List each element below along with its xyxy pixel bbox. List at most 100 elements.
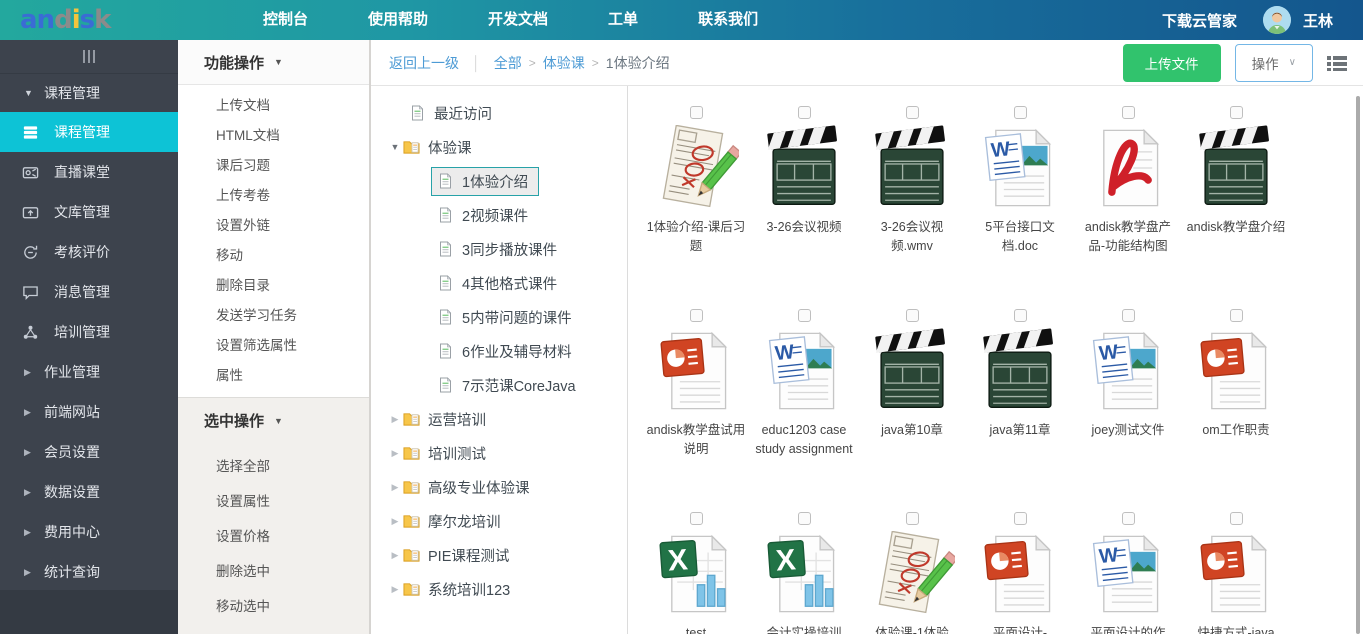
- tree-item[interactable]: 5内带问题的课件: [371, 300, 627, 334]
- selected-ops-header[interactable]: 选中操作 ▼: [178, 398, 369, 443]
- function-op-item[interactable]: 课后习题: [178, 151, 369, 181]
- selected-op-item[interactable]: 设置属性: [178, 484, 369, 519]
- file-card[interactable]: 平面设计的作: [1074, 512, 1182, 634]
- sidebar-collapse-button[interactable]: [0, 40, 178, 74]
- download-cloud-manager-link[interactable]: 下载云管家: [1162, 10, 1237, 31]
- sidebar-group-collapsed[interactable]: ▶ 统计查询: [0, 552, 178, 592]
- caret-right-icon[interactable]: ▶: [387, 482, 403, 493]
- selected-op-item[interactable]: 移动选中: [178, 589, 369, 624]
- file-checkbox[interactable]: [690, 309, 703, 322]
- tree-item[interactable]: 1体验介绍: [371, 164, 627, 198]
- file-card[interactable]: educ1203 case study assignment: [750, 309, 858, 512]
- username[interactable]: 王林: [1303, 10, 1333, 31]
- user-avatar[interactable]: [1263, 6, 1291, 34]
- tree-item[interactable]: 6作业及辅导材料: [371, 334, 627, 368]
- action-dropdown-button[interactable]: 操作 ∨: [1235, 44, 1313, 82]
- sidebar-item[interactable]: 消息管理: [0, 272, 178, 312]
- file-checkbox[interactable]: [1122, 512, 1135, 525]
- selected-op-item[interactable]: 上课设置: [178, 624, 369, 634]
- function-op-item[interactable]: 上传文档: [178, 91, 369, 121]
- tree-folder-item[interactable]: ▶ 系统培训123: [371, 572, 627, 606]
- file-card[interactable]: 平面设计-: [966, 512, 1074, 634]
- file-card[interactable]: java第11章: [966, 309, 1074, 512]
- sidebar-group-collapsed[interactable]: ▶ 作业管理: [0, 352, 178, 392]
- sidebar-group-collapsed[interactable]: ▶ 数据设置: [0, 472, 178, 512]
- sidebar-item[interactable]: 培训管理: [0, 312, 178, 352]
- function-op-item[interactable]: 移动: [178, 241, 369, 271]
- caret-down-icon[interactable]: ▼: [387, 142, 403, 152]
- selected-op-item[interactable]: 删除选中: [178, 554, 369, 589]
- breadcrumb-link-root[interactable]: 全部: [494, 53, 522, 73]
- caret-right-icon[interactable]: ▶: [387, 516, 403, 527]
- tree-root-folder[interactable]: ▼ 体验课: [371, 130, 627, 164]
- tree-item[interactable]: 4其他格式课件: [371, 266, 627, 300]
- file-card[interactable]: andisk教学盘试用说明: [642, 309, 750, 512]
- function-op-item[interactable]: HTML文档: [178, 121, 369, 151]
- file-card[interactable]: andisk教学盘产品-功能结构图: [1074, 106, 1182, 309]
- selected-op-item[interactable]: 选择全部: [178, 449, 369, 484]
- selected-op-item[interactable]: 设置价格: [178, 519, 369, 554]
- nav-menu-item[interactable]: 使用帮助: [338, 0, 458, 40]
- function-op-item[interactable]: 属性: [178, 361, 369, 391]
- tree-folder-item[interactable]: ▶ 摩尔龙培训: [371, 504, 627, 538]
- file-checkbox[interactable]: [1014, 106, 1027, 119]
- upload-file-button[interactable]: 上传文件: [1123, 44, 1221, 82]
- caret-right-icon[interactable]: ▶: [387, 584, 403, 595]
- sidebar-group-collapsed[interactable]: ▶ 前端网站: [0, 392, 178, 432]
- file-card[interactable]: 3-26会议视频: [750, 106, 858, 309]
- function-op-item[interactable]: 发送学习任务: [178, 301, 369, 331]
- sidebar-group-collapsed[interactable]: ▶ 费用中心: [0, 512, 178, 552]
- caret-right-icon[interactable]: ▶: [387, 414, 403, 425]
- function-op-item[interactable]: 删除目录: [178, 271, 369, 301]
- file-checkbox[interactable]: [798, 309, 811, 322]
- sidebar-item[interactable]: 课程管理: [0, 112, 178, 152]
- file-checkbox[interactable]: [1230, 309, 1243, 322]
- file-card[interactable]: andisk教学盘介绍: [1182, 106, 1290, 309]
- file-card[interactable]: 1体验介绍-课后习题: [642, 106, 750, 309]
- tree-folder-item[interactable]: ▶ PIE课程测试: [371, 538, 627, 572]
- file-checkbox[interactable]: [906, 309, 919, 322]
- nav-menu-item[interactable]: 开发文档: [458, 0, 578, 40]
- back-link[interactable]: 返回上一级: [389, 53, 459, 73]
- andisk-logo[interactable]: andisk: [0, 0, 178, 40]
- file-checkbox[interactable]: [690, 512, 703, 525]
- tree-folder-item[interactable]: ▶ 运营培训: [371, 402, 627, 436]
- file-checkbox[interactable]: [1122, 309, 1135, 322]
- nav-menu-item[interactable]: 联系我们: [668, 0, 788, 40]
- file-card[interactable]: 体验课-1体验: [858, 512, 966, 634]
- file-checkbox[interactable]: [798, 512, 811, 525]
- function-op-item[interactable]: 设置外链: [178, 211, 369, 241]
- tree-item[interactable]: 2视频课件: [371, 198, 627, 232]
- file-checkbox[interactable]: [1014, 512, 1027, 525]
- caret-right-icon[interactable]: ▶: [387, 550, 403, 561]
- sidebar-item[interactable]: 考核评价: [0, 232, 178, 272]
- file-checkbox[interactable]: [798, 106, 811, 119]
- sidebar-item[interactable]: 直播课堂: [0, 152, 178, 192]
- tree-item[interactable]: 7示范课CoreJava: [371, 368, 627, 402]
- file-checkbox[interactable]: [1122, 106, 1135, 119]
- vertical-scrollbar[interactable]: [1356, 96, 1360, 634]
- file-checkbox[interactable]: [1014, 309, 1027, 322]
- file-checkbox[interactable]: [1230, 512, 1243, 525]
- sidebar-group-collapsed[interactable]: ▶ 会员设置: [0, 432, 178, 472]
- tree-item-recent[interactable]: 最近访问: [371, 96, 627, 130]
- file-card[interactable]: 会计实操培训: [750, 512, 858, 634]
- function-ops-header[interactable]: 功能操作 ▼: [178, 40, 369, 85]
- file-card[interactable]: joey测试文件: [1074, 309, 1182, 512]
- file-card[interactable]: om工作职责: [1182, 309, 1290, 512]
- tree-item[interactable]: 3同步播放课件: [371, 232, 627, 266]
- tree-folder-item[interactable]: ▶ 培训测试: [371, 436, 627, 470]
- sidebar-group-header[interactable]: ▼ 课程管理: [0, 74, 178, 112]
- file-checkbox[interactable]: [906, 106, 919, 119]
- file-card[interactable]: java第10章: [858, 309, 966, 512]
- caret-right-icon[interactable]: ▶: [387, 448, 403, 459]
- file-checkbox[interactable]: [906, 512, 919, 525]
- file-card[interactable]: 5平台接口文档.doc: [966, 106, 1074, 309]
- function-op-item[interactable]: 设置筛选属性: [178, 331, 369, 361]
- function-op-item[interactable]: 上传考卷: [178, 181, 369, 211]
- sidebar-item[interactable]: 文库管理: [0, 192, 178, 232]
- file-checkbox[interactable]: [1230, 106, 1243, 119]
- file-checkbox[interactable]: [690, 106, 703, 119]
- tree-folder-item[interactable]: ▶ 高级专业体验课: [371, 470, 627, 504]
- list-view-icon[interactable]: [1327, 55, 1347, 71]
